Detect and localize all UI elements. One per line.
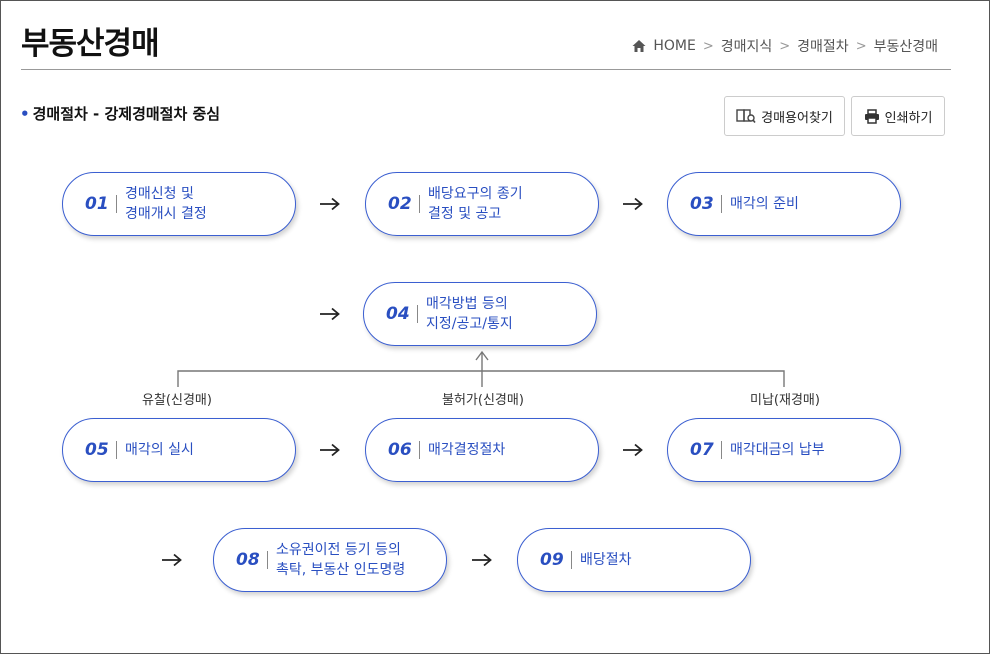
step-number: 08 xyxy=(236,550,260,570)
step-07[interactable]: 07 매각대금의 납부 xyxy=(667,418,901,482)
breadcrumb: HOME > 경매지식 > 경매절차 > 부동산경매 xyxy=(631,36,938,56)
step-number: 05 xyxy=(85,440,109,460)
step-divider xyxy=(721,441,722,459)
branch-label-disallowed: 불허가(신경매) xyxy=(442,393,524,408)
step-number: 06 xyxy=(388,440,412,460)
chevron-right-icon: > xyxy=(779,38,791,54)
step-08[interactable]: 08 소유권이전 등기 등의 촉탁, 부동산 인도명령 xyxy=(213,528,447,592)
step-divider xyxy=(721,195,722,213)
step-label: 매각대금의 납부 xyxy=(730,442,825,458)
breadcrumb-auction-procedure[interactable]: 경매절차 xyxy=(797,36,849,56)
step-label: 배당요구의 종기 결정 및 공고 xyxy=(428,186,523,222)
section-title-text: 경매절차 - 강제경매절차 중심 xyxy=(32,105,221,123)
book-search-icon xyxy=(736,109,756,123)
step-label: 배당절차 xyxy=(580,552,632,568)
step-label: 소유권이전 등기 등의 촉탁, 부동산 인도명령 xyxy=(276,542,406,578)
section-title: • 경매절차 - 강제경매절차 중심 xyxy=(20,103,220,124)
step-label: 매각결정절차 xyxy=(428,442,506,458)
step-number: 04 xyxy=(386,304,410,324)
step-divider xyxy=(116,195,117,213)
step-number: 01 xyxy=(85,194,109,214)
step-01[interactable]: 01 경매신청 및 경매개시 결정 xyxy=(62,172,296,236)
step-divider xyxy=(417,305,418,323)
step-04[interactable]: 04 매각방법 등의 지정/공고/통지 xyxy=(363,282,597,346)
arrow-right-icon xyxy=(162,553,182,567)
step-number: 09 xyxy=(540,550,564,570)
step-09[interactable]: 09 배당절차 xyxy=(517,528,751,592)
step-number: 07 xyxy=(690,440,714,460)
home-icon[interactable] xyxy=(631,38,647,54)
breadcrumb-current: 부동산경매 xyxy=(873,39,938,55)
arrow-right-icon xyxy=(320,443,340,457)
header-divider xyxy=(21,69,951,70)
step-divider xyxy=(267,551,268,569)
step-03[interactable]: 03 매각의 준비 xyxy=(667,172,901,236)
step-06[interactable]: 06 매각결정절차 xyxy=(365,418,599,482)
printer-icon xyxy=(864,108,879,124)
bullet-icon: • xyxy=(20,105,30,123)
glossary-search-button[interactable]: 경매용어찾기 xyxy=(724,96,845,136)
breadcrumb-auction-knowledge[interactable]: 경매지식 xyxy=(721,36,773,56)
step-divider xyxy=(419,195,420,213)
step-number: 03 xyxy=(690,194,714,214)
page-title: 부동산경매 xyxy=(21,26,160,62)
glossary-search-label: 경매용어찾기 xyxy=(761,109,833,125)
chevron-right-icon: > xyxy=(855,38,867,54)
arrow-right-icon xyxy=(320,197,340,211)
step-label: 매각방법 등의 지정/공고/통지 xyxy=(426,296,513,332)
step-05[interactable]: 05 매각의 실시 xyxy=(62,418,296,482)
print-button[interactable]: 인쇄하기 xyxy=(851,96,945,136)
print-label: 인쇄하기 xyxy=(884,109,933,125)
arrow-right-icon xyxy=(472,553,492,567)
step-02[interactable]: 02 배당요구의 종기 결정 및 공고 xyxy=(365,172,599,236)
breadcrumb-home[interactable]: HOME xyxy=(653,38,695,54)
step-divider xyxy=(116,441,117,459)
chevron-right-icon: > xyxy=(702,38,714,54)
arrow-right-icon xyxy=(623,443,643,457)
step-label: 매각의 준비 xyxy=(730,196,799,212)
arrow-right-icon xyxy=(623,197,643,211)
step-label: 매각의 실시 xyxy=(125,442,194,458)
branch-label-failed-bid: 유찰(신경매) xyxy=(142,393,212,408)
arrow-right-icon xyxy=(320,307,340,321)
step-divider xyxy=(419,441,420,459)
branch-label-unpaid: 미납(재경매) xyxy=(750,393,820,408)
step-label: 경매신청 및 경매개시 결정 xyxy=(125,186,207,222)
step-number: 02 xyxy=(388,194,412,214)
step-divider xyxy=(571,551,572,569)
